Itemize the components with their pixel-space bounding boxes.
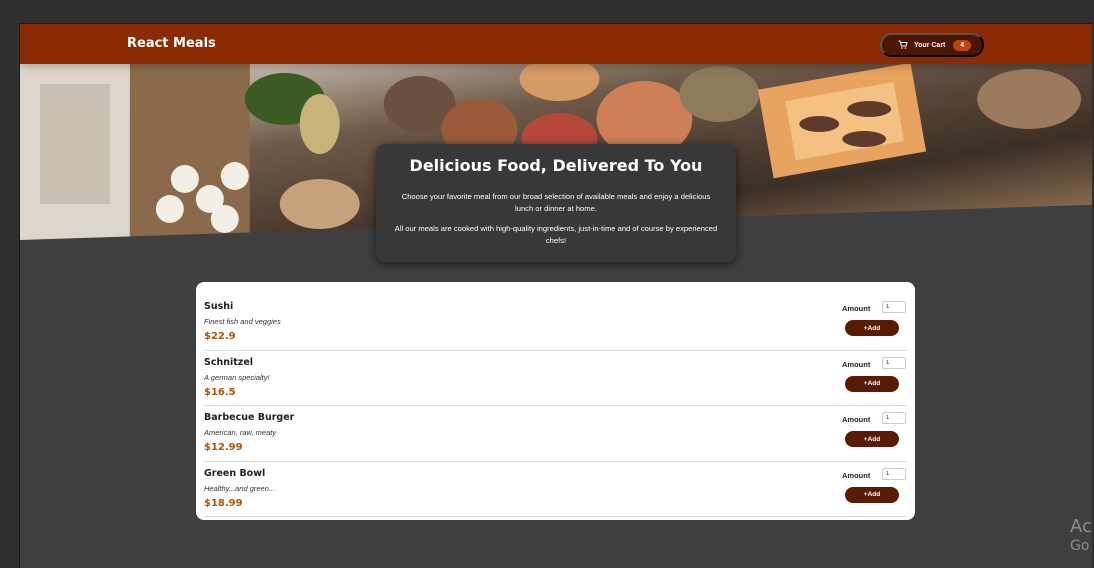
cart-icon: [898, 40, 908, 49]
watermark-line-1: Ac: [1070, 516, 1092, 537]
amount-input[interactable]: [882, 301, 906, 313]
meal-name: Green Bowl: [204, 467, 266, 479]
amount-input[interactable]: [882, 412, 906, 424]
amount-label: Amount: [842, 304, 871, 313]
meal-name: Sushi: [204, 301, 234, 312]
summary-paragraph-2: All our meals are cooked with high-quali…: [394, 224, 718, 245]
meal-item-schnitzel: Schnitzel A german specialty! $16.5 Amou…: [204, 351, 907, 406]
summary-heading: Delicious Food, Delivered To You: [409, 156, 703, 175]
meal-price: $18.99: [204, 497, 243, 509]
add-button[interactable]: +Add: [845, 320, 899, 336]
add-button[interactable]: +Add: [845, 431, 899, 447]
meal-name: Barbecue Burger: [204, 412, 295, 423]
meal-price: $12.99: [204, 442, 243, 453]
cart-count-badge: 4: [953, 39, 972, 51]
amount-label: Amount: [842, 470, 871, 480]
app-title: React Meals: [127, 36, 216, 51]
activation-watermark: Ac Go: [1070, 515, 1094, 553]
meal-price: $16.5: [204, 386, 236, 398]
app-header: React Meals Your Cart 4: [20, 24, 1092, 64]
meal-item-sushi: Sushi Finest fish and veggies $22.9 Amou…: [204, 295, 907, 351]
meals-list: Sushi Finest fish and veggies $22.9 Amou…: [196, 282, 915, 520]
meal-description: American, raw, meaty: [204, 428, 277, 437]
cart-button[interactable]: Your Cart 4: [880, 33, 984, 57]
app-window: React Meals Your Cart 4 Delicious Food, …: [19, 23, 1092, 568]
meal-description: Finest fish and veggies: [204, 317, 281, 326]
meal-description: Healthy...and green...: [204, 483, 276, 493]
amount-label: Amount: [842, 359, 871, 369]
summary-card: Delicious Food, Delivered To You Choose …: [376, 144, 736, 262]
cart-label: Your Cart: [914, 41, 946, 49]
amount-input[interactable]: [882, 356, 906, 369]
meal-name: Schnitzel: [204, 356, 254, 368]
amount-label: Amount: [842, 415, 871, 424]
summary-paragraph-1: Choose your favorite meal from our broad…: [401, 192, 711, 213]
meal-item-green-bowl: Green Bowl Healthy...and green... $18.99…: [204, 462, 907, 517]
add-button[interactable]: +Add: [845, 486, 899, 503]
amount-input[interactable]: [882, 467, 906, 480]
meal-description: A german specialty!: [204, 372, 270, 382]
watermark-line-2: Go: [1070, 538, 1090, 553]
add-button[interactable]: +Add: [845, 375, 899, 392]
meal-item-barbecue-burger: Barbecue Burger American, raw, meaty $12…: [204, 406, 907, 462]
meal-price: $22.9: [204, 331, 236, 342]
